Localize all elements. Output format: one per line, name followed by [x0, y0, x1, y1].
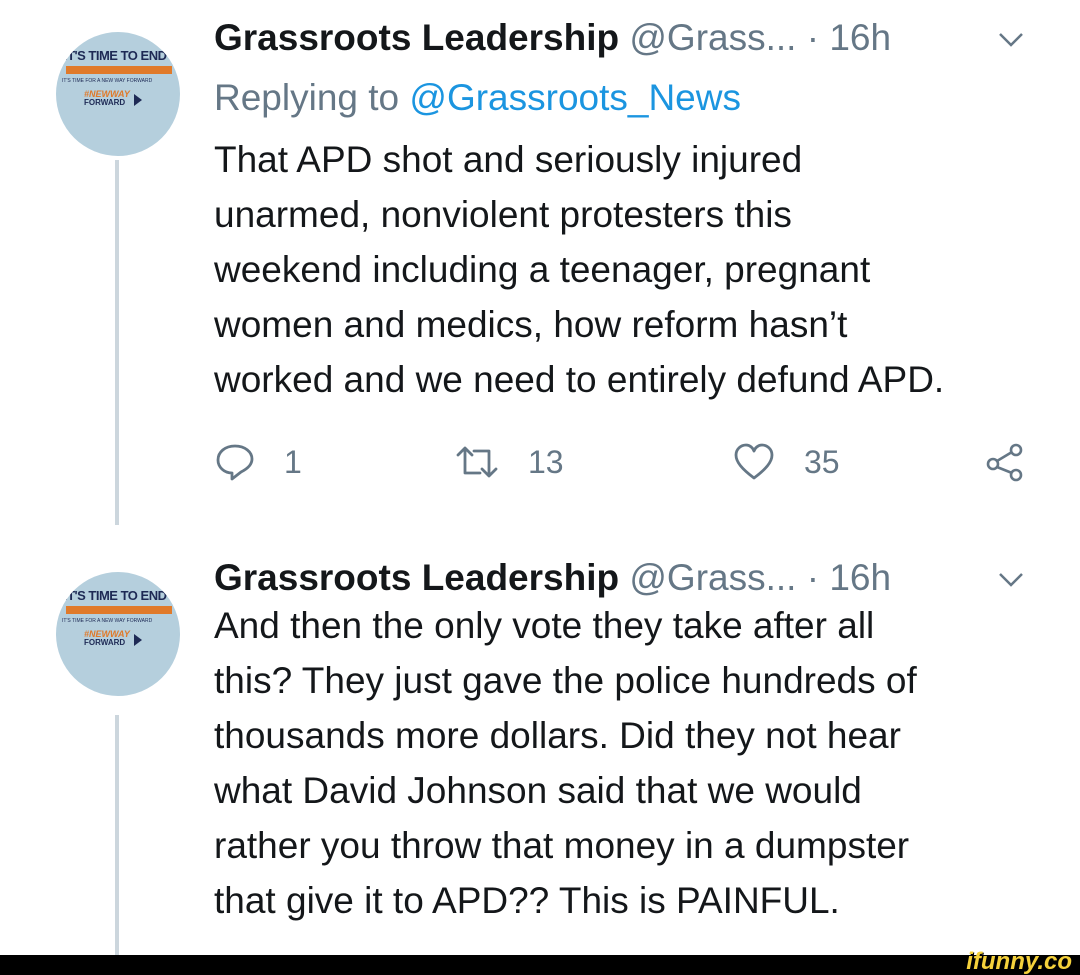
avatar-text: IT'S TIME TO END	[64, 588, 167, 603]
chevron-down-icon[interactable]	[996, 26, 1026, 56]
tweet[interactable]: IT'S TIME TO END IT'S TIME FOR A NEW WAY…	[0, 0, 1080, 540]
like-count: 35	[804, 443, 840, 480]
reply-count: 1	[284, 443, 302, 480]
thread-line	[115, 160, 119, 525]
tweet-header: Grassroots Leadership @Grass... · 16h	[214, 14, 891, 62]
author-name[interactable]: Grassroots Leadership	[214, 557, 619, 598]
heart-icon	[732, 441, 776, 483]
tweet-text-line: that give it to APD?? This is PAINFUL.	[214, 880, 840, 921]
reply-to-label: Replying to	[214, 77, 400, 118]
retweet-icon	[454, 441, 500, 483]
tweet-text: And then the only vote they take after a…	[214, 598, 1064, 928]
share-icon	[984, 441, 1026, 483]
thread-line	[115, 715, 119, 955]
tweet-text-line: rather you throw that money in a dumpste…	[214, 825, 910, 866]
avatar[interactable]: IT'S TIME TO END IT'S TIME FOR A NEW WAY…	[56, 572, 180, 696]
retweet-button[interactable]: 13	[454, 432, 564, 492]
tweet-text-line: what David Johnson said that we would	[214, 770, 862, 811]
author-name[interactable]: Grassroots Leadership	[214, 17, 619, 58]
share-button[interactable]	[984, 432, 1026, 492]
avatar-subtext: IT'S TIME FOR A NEW WAY FORWARD	[62, 618, 153, 624]
timestamp[interactable]: 16h	[829, 17, 891, 58]
avatar[interactable]: IT'S TIME TO END IT'S TIME FOR A NEW WAY…	[56, 32, 180, 156]
tweet-text-line: That APD shot and seriously injured	[214, 139, 803, 180]
separator: ·	[806, 557, 820, 598]
timestamp[interactable]: 16h	[829, 557, 891, 598]
tweet-text-line: And then the only vote they take after a…	[214, 605, 875, 646]
tweet-text-line: weekend including a teenager, pregnant	[214, 249, 871, 290]
reply-context: Replying to @Grassroots_News	[214, 72, 741, 124]
tweet-actions: 1 13 35	[214, 432, 1044, 492]
tweet-text: That APD shot and seriously injured unar…	[214, 132, 1064, 407]
tweet[interactable]: IT'S TIME TO END IT'S TIME FOR A NEW WAY…	[0, 540, 1080, 955]
tweet-text-line: women and medics, how reform hasn’t	[214, 304, 848, 345]
avatar-arrow-icon	[134, 94, 142, 106]
reply-to-handle[interactable]: @Grassroots_News	[409, 77, 741, 118]
chevron-down-icon[interactable]	[996, 566, 1026, 596]
avatar-text: IT'S TIME TO END	[64, 48, 167, 63]
author-handle[interactable]: @Grass...	[629, 17, 796, 58]
separator: ·	[806, 17, 820, 58]
avatar-banner	[66, 606, 172, 614]
avatar-banner	[66, 66, 172, 74]
tweet-text-line: this? They just gave the police hundreds…	[214, 660, 917, 701]
author-handle[interactable]: @Grass...	[629, 557, 796, 598]
avatar-arrow-icon	[134, 634, 142, 646]
like-button[interactable]: 35	[732, 432, 840, 492]
reply-button[interactable]: 1	[214, 432, 302, 492]
avatar-hashtag-2: FORWARD	[84, 638, 126, 647]
tweet-header: Grassroots Leadership @Grass... · 16h	[214, 554, 891, 602]
tweet-text-line: worked and we need to entirely defund AP…	[214, 359, 945, 400]
reply-icon	[214, 441, 256, 483]
tweet-text-line: thousands more dollars. Did they not hea…	[214, 715, 901, 756]
retweet-count: 13	[528, 443, 564, 480]
footer-bar: ifunny.co	[0, 949, 1080, 975]
avatar-hashtag-2: FORWARD	[84, 98, 126, 107]
avatar-subtext: IT'S TIME FOR A NEW WAY FORWARD	[62, 78, 153, 84]
tweet-text-line: unarmed, nonviolent protesters this	[214, 194, 792, 235]
watermark-logo: ifunny.co	[966, 948, 1072, 975]
